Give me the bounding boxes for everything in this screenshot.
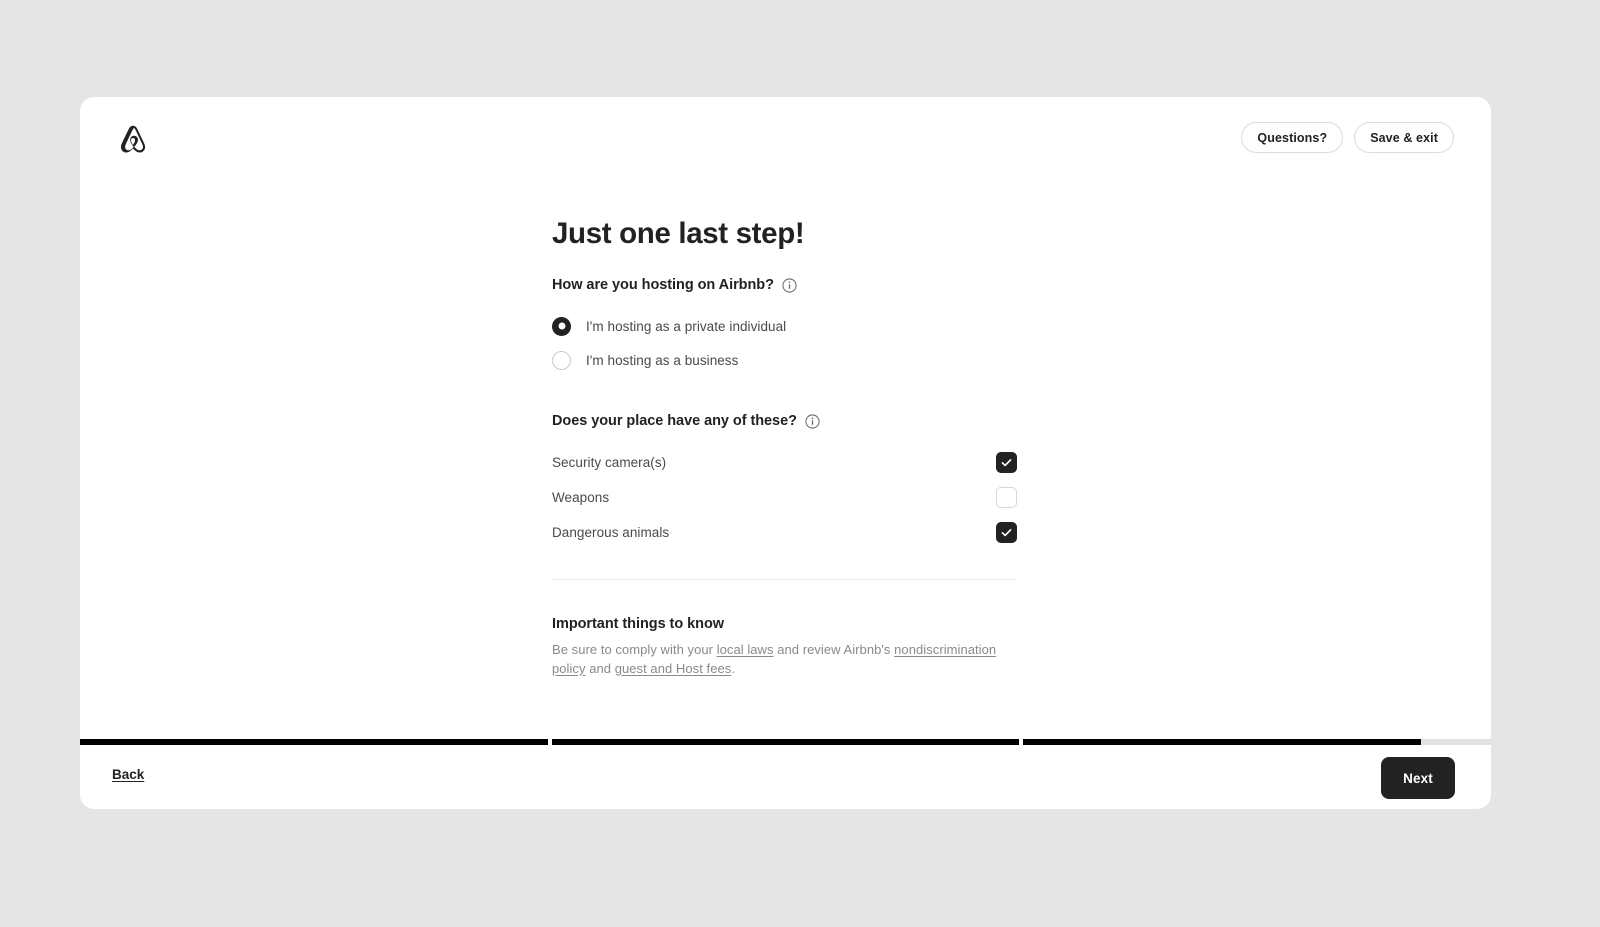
- checkbox-weapons[interactable]: [996, 487, 1017, 508]
- check-icon: [1001, 459, 1012, 467]
- check-row-weapons[interactable]: Weapons: [552, 480, 1017, 515]
- important-text-part4: .: [731, 660, 735, 676]
- important-things-title: Important things to know: [552, 616, 724, 632]
- info-circle-icon[interactable]: [805, 413, 820, 429]
- airbnb-belo-logo-icon[interactable]: [116, 123, 150, 157]
- info-circle-icon[interactable]: [782, 277, 797, 293]
- page-title: Just one last step!: [552, 217, 805, 250]
- important-things-text: Be sure to comply with your local laws a…: [552, 641, 1004, 678]
- section-divider: [552, 579, 1017, 580]
- radio-private-individual[interactable]: [552, 316, 571, 336]
- check-row-security-cameras[interactable]: Security camera(s): [552, 445, 1017, 480]
- hosting-question-label: How are you hosting on Airbnb?: [552, 277, 1017, 293]
- card-header: Questions? Save & exit: [80, 97, 1491, 177]
- radio-row-business[interactable]: I'm hosting as a business: [552, 343, 1017, 377]
- card-footer: Back Next: [80, 745, 1491, 809]
- checkbox-security-cameras[interactable]: [996, 452, 1017, 473]
- place-question-label: Does your place have any of these?: [552, 413, 1017, 429]
- place-features-checkbox-list: Security camera(s) Weapons Dangerous ani…: [552, 445, 1017, 550]
- important-text-part3: and: [585, 660, 615, 676]
- header-actions: Questions? Save & exit: [1241, 122, 1454, 153]
- checkbox-dangerous-animals[interactable]: [996, 522, 1017, 543]
- app-root: Questions? Save & exit Just one last ste…: [0, 0, 1600, 927]
- check-row-dangerous-animals[interactable]: Dangerous animals: [552, 515, 1017, 550]
- check-label-security-cameras: Security camera(s): [552, 455, 667, 470]
- hosting-type-radio-group: I'm hosting as a private individual I'm …: [552, 309, 1017, 377]
- radio-label-private-individual: I'm hosting as a private individual: [586, 318, 787, 334]
- check-label-weapons: Weapons: [552, 490, 610, 505]
- radio-business[interactable]: [552, 350, 571, 370]
- radio-label-business: I'm hosting as a business: [586, 352, 739, 368]
- important-text-part1: Be sure to comply with your: [552, 642, 717, 657]
- hosting-question-text: How are you hosting on Airbnb?: [552, 277, 774, 293]
- next-button[interactable]: Next: [1381, 757, 1455, 799]
- place-question-text: Does your place have any of these?: [552, 413, 797, 429]
- save-and-exit-button[interactable]: Save & exit: [1354, 122, 1454, 153]
- back-button[interactable]: Back: [112, 767, 144, 782]
- form-content: Just one last step! How are you hosting …: [552, 217, 1017, 678]
- link-guest-and-host-fees[interactable]: guest and Host fees: [615, 661, 732, 676]
- link-local-laws[interactable]: local laws: [717, 642, 774, 657]
- important-text-part2: and review Airbnb's: [773, 642, 895, 657]
- onboarding-card: Questions? Save & exit Just one last ste…: [80, 97, 1491, 809]
- questions-button[interactable]: Questions?: [1241, 122, 1344, 153]
- radio-row-private-individual[interactable]: I'm hosting as a private individual: [552, 309, 1017, 343]
- check-label-dangerous-animals: Dangerous animals: [552, 525, 670, 540]
- check-icon: [1001, 529, 1012, 537]
